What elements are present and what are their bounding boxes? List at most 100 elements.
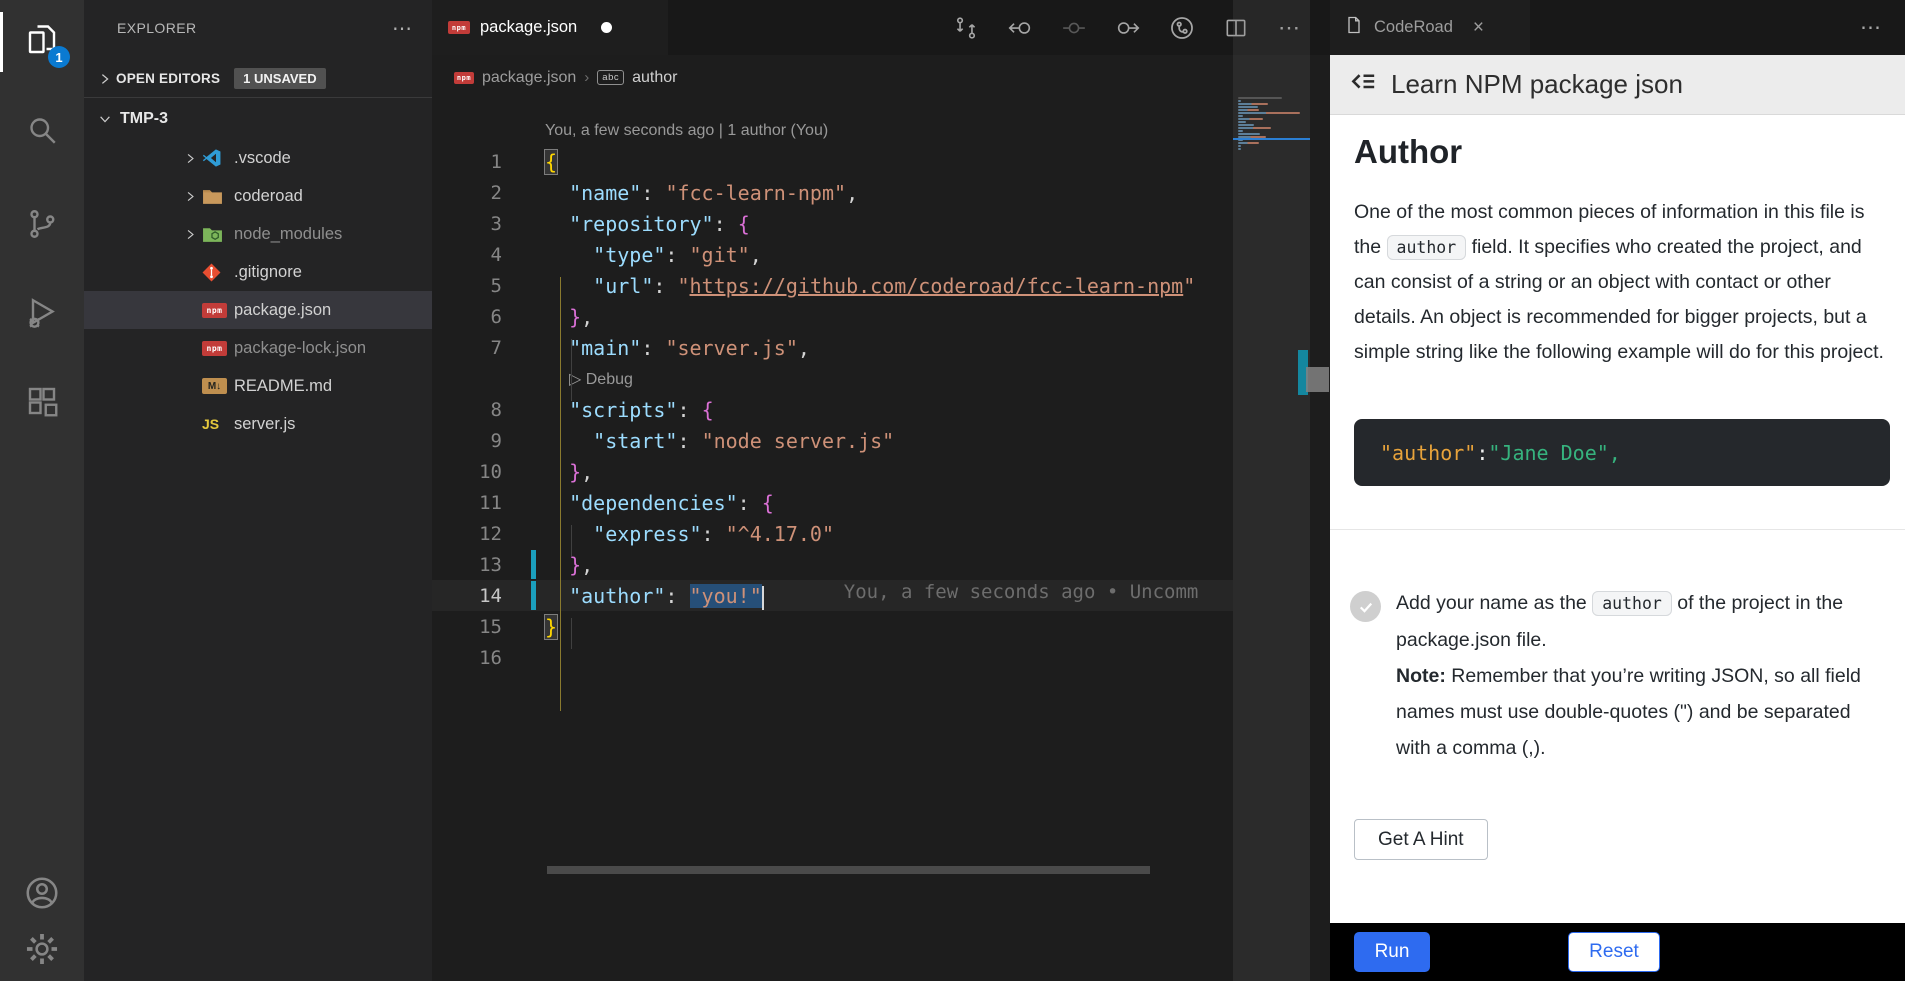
code-colon: : [1476, 441, 1488, 465]
activity-bar: 1 [0, 0, 84, 981]
file-annotation-lens[interactable]: You, a few seconds ago | 1 author (You) [432, 115, 1330, 146]
breadcrumb-file[interactable]: package.json [482, 69, 576, 87]
vscode-window: 1 [0, 0, 1905, 981]
file-label: package.json [234, 301, 331, 320]
code-line-12[interactable]: 12 "express": "^4.17.0" [432, 518, 1330, 549]
code-editor[interactable]: You, a few seconds ago | 1 author (You) … [432, 100, 1330, 981]
chevron-right-icon [94, 72, 116, 86]
coderoad-tab-label: CodeRoad [1374, 18, 1453, 37]
git-file-icon [202, 263, 234, 282]
tab-coderoad[interactable]: CodeRoad × [1330, 0, 1530, 55]
account-icon [23, 874, 61, 917]
chevron-right-icon [180, 228, 200, 241]
line-number: 4 [432, 244, 502, 266]
file-label: .gitignore [234, 263, 302, 282]
npm-file-icon: npm [454, 72, 474, 84]
indent-guide [571, 339, 572, 401]
code-line-4[interactable]: 4 "type": "git", [432, 239, 1330, 270]
code-line-6[interactable]: 6 }, [432, 301, 1330, 332]
npm-file-icon: npm [448, 21, 470, 34]
gear-icon [23, 930, 61, 973]
indent-guide [571, 618, 572, 649]
dirty-indicator-icon[interactable] [601, 22, 612, 33]
lesson-heading: Author [1354, 133, 1462, 171]
file-tree-item--gitignore[interactable]: .gitignore [84, 253, 432, 291]
panel-more-actions-icon[interactable]: ⋯ [1860, 15, 1905, 40]
file-tree-item--vscode[interactable]: .vscode [84, 139, 432, 177]
code-line-10[interactable]: 10 }, [432, 456, 1330, 487]
explorer-more-actions-icon[interactable]: ⋯ [392, 16, 414, 41]
horizontal-scrollbar[interactable] [547, 866, 1150, 874]
inline-code-author: author [1592, 591, 1672, 616]
coderoad-tab-bar: CodeRoad × ⋯ [1330, 0, 1905, 55]
file-tree-item-package-lock-json[interactable]: npmpackage-lock.json [84, 329, 432, 367]
workspace-root-folder[interactable]: TMP-3 [84, 100, 432, 138]
line-content: "scripts": { [502, 398, 714, 422]
extensions-activity-button[interactable] [0, 365, 84, 441]
previous-change-icon[interactable] [1000, 8, 1040, 48]
get-a-hint-button[interactable]: Get A Hint [1354, 819, 1488, 860]
code-line-1[interactable]: 1{ [432, 146, 1330, 177]
code-line-9[interactable]: 9 "start": "node server.js" [432, 425, 1330, 456]
npm-file-icon: npm [202, 303, 234, 318]
file-label: server.js [234, 415, 295, 434]
reset-button[interactable]: Reset [1568, 932, 1660, 972]
file-tree-item-coderoad[interactable]: coderoad [84, 177, 432, 215]
code-line-15[interactable]: 15} [432, 611, 1330, 642]
run-debug-activity-button[interactable] [0, 277, 84, 353]
line-number: 5 [432, 275, 502, 297]
tab-package-json[interactable]: npm package.json [432, 0, 668, 55]
code-line-2[interactable]: 2 "name": "fcc-learn-npm", [432, 177, 1330, 208]
open-editors-section[interactable]: OPEN EDITORS 1 UNSAVED [84, 60, 432, 98]
code-line-16[interactable]: 16 [432, 642, 1330, 673]
file-label: node_modules [234, 225, 342, 244]
chevron-right-icon [180, 190, 200, 203]
lesson-description: One of the most common pieces of informa… [1354, 195, 1886, 370]
file-tree-item-package-json[interactable]: npmpackage.json [84, 291, 432, 329]
line-content: }, [502, 460, 593, 484]
compare-changes-icon[interactable] [946, 8, 986, 48]
code-line-3[interactable]: 3 "repository": { [432, 208, 1330, 239]
vscode-file-icon [202, 148, 234, 168]
code-line-11[interactable]: 11 "dependencies": { [432, 487, 1330, 518]
code-line-13[interactable]: 13 }, [432, 549, 1330, 580]
line-number: 15 [432, 616, 502, 638]
close-icon[interactable]: × [1473, 17, 1484, 39]
tab-label: package.json [480, 18, 577, 37]
task-text: Add your name as the [1396, 592, 1587, 614]
collapse-menu-icon[interactable] [1350, 69, 1377, 101]
file-tree-item-node-modules[interactable]: node_modules [84, 215, 432, 253]
chevron-right-icon: › [584, 69, 589, 86]
code-line-8[interactable]: 8 "scripts": { [432, 394, 1330, 425]
search-activity-button[interactable] [0, 94, 84, 170]
code-line-14[interactable]: 14 "author": "you!"You, a few seconds ag… [432, 580, 1233, 611]
root-folder-label: TMP-3 [120, 110, 168, 128]
timeline-icon[interactable] [1162, 8, 1202, 48]
coderoad-panel: CodeRoad × ⋯ Learn NPM package json Auth… [1330, 0, 1905, 981]
js-file-icon: JS [202, 416, 234, 432]
minimap-current-line [1233, 138, 1310, 140]
file-tree: .vscodecoderoad node_modules .gitignore npm… [84, 139, 432, 443]
line-content: "express": "^4.17.0" [502, 522, 834, 546]
example-code-block: "author": "Jane Doe", [1354, 419, 1890, 486]
codelens-debug[interactable]: ▷ Debug [432, 363, 1330, 394]
line-content: }, [502, 553, 593, 577]
run-button[interactable]: Run [1354, 932, 1430, 972]
tutorial-header: Learn NPM package json [1330, 55, 1905, 115]
code-line-5[interactable]: 5 "url": "https://github.com/coderoad/fc… [432, 270, 1330, 301]
markdown-file-icon: M↓ [202, 378, 234, 394]
explorer-activity-button[interactable]: 1 [0, 4, 84, 80]
code-line-7[interactable]: 7 "main": "server.js", [432, 332, 1330, 363]
editor-group: npm package.json [432, 0, 1330, 981]
search-icon [24, 112, 60, 153]
line-number: 7 [432, 337, 502, 359]
breadcrumb-symbol[interactable]: author [632, 69, 677, 87]
source-control-icon [24, 206, 60, 247]
settings-activity-button[interactable] [0, 913, 84, 981]
inline-code-author: author [1387, 235, 1467, 260]
file-tree-item-readme-md[interactable]: M↓README.md [84, 367, 432, 405]
next-change-icon[interactable] [1108, 8, 1148, 48]
code-value: "Jane Doe" [1488, 441, 1608, 465]
file-tree-item-server-js[interactable]: JSserver.js [84, 405, 432, 443]
source-control-activity-button[interactable] [0, 188, 84, 264]
